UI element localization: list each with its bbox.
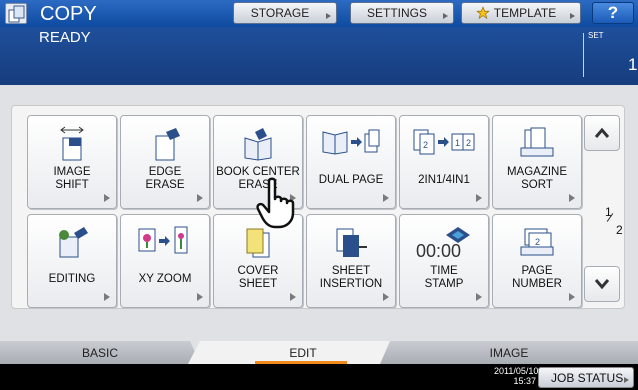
function-panel: IMAGE SHIFT EDGE ERASE BOOK CENTER ERASE — [11, 105, 625, 309]
time-stamp-label: TIME STAMP — [424, 265, 464, 290]
magazine-sort-label: MAGAZINE SORT — [506, 166, 568, 191]
page-total: 2 — [616, 223, 623, 237]
tab-bar: BASIC EDIT IMAGE — [0, 340, 638, 364]
set-count: 1 — [628, 55, 638, 74]
svg-text:2: 2 — [423, 140, 428, 150]
svg-text:2: 2 — [535, 237, 540, 247]
more-arrow-icon — [104, 194, 110, 202]
editing-button[interactable]: EDITING — [27, 214, 117, 308]
job-status-label: JOB STATUS — [551, 370, 624, 385]
more-arrow-icon — [569, 194, 575, 202]
magazine-sort-icon — [520, 127, 554, 157]
more-arrow-icon — [197, 194, 203, 202]
time-stamp-icon-text: 00:00 — [416, 241, 461, 261]
dual-page-label: DUAL PAGE — [318, 174, 384, 186]
cover-sheet-label: COVER SHEET — [237, 265, 279, 290]
more-arrow-icon — [290, 293, 296, 301]
submenu-arrow-icon — [326, 13, 331, 19]
time-stamp-button[interactable]: 00:00 TIME STAMP — [399, 214, 489, 308]
svg-text:1: 1 — [455, 138, 460, 148]
settings-button-label: SETTINGS — [366, 6, 427, 20]
tab-edit-label: EDIT — [289, 345, 317, 360]
time-stamp-icon: 00:00 — [416, 227, 470, 261]
chevron-down-icon — [594, 279, 610, 290]
page-number-label: PAGE NUMBER — [512, 265, 562, 290]
more-arrow-icon — [569, 293, 575, 301]
xy-zoom-label: XY ZOOM — [138, 273, 192, 285]
image-shift-icon — [60, 126, 84, 161]
settings-button[interactable]: SETTINGS — [350, 2, 454, 24]
datetime: 2011/05/10 15:37 — [494, 366, 539, 386]
main-area: IMAGE SHIFT EDGE ERASE BOOK CENTER ERASE — [0, 85, 638, 340]
submenu-arrow-icon — [443, 13, 448, 19]
book-center-erase-icon — [244, 128, 272, 161]
2in1-4in1-button[interactable]: 2 1 2 2IN1/4IN1 — [399, 115, 489, 209]
editing-icon — [59, 227, 88, 258]
xy-zoom-button[interactable]: XY ZOOM — [120, 214, 210, 308]
dual-page-button[interactable]: DUAL PAGE — [306, 115, 396, 209]
status-bar: READY SET 1 — [0, 27, 638, 85]
more-arrow-icon — [476, 293, 482, 301]
submenu-arrow-icon — [570, 13, 575, 19]
tab-image[interactable]: IMAGE — [380, 341, 638, 364]
template-button-label: TEMPLATE — [493, 6, 557, 20]
scroll-down-button[interactable] — [584, 266, 620, 302]
time-text: 15:37 — [513, 376, 536, 386]
edge-erase-button[interactable]: EDGE ERASE — [120, 115, 210, 209]
star-icon — [475, 6, 490, 20]
chevron-up-icon — [594, 127, 610, 138]
status-text: READY — [39, 29, 91, 46]
divider — [583, 33, 584, 77]
sheet-insertion-button[interactable]: SHEET INSERTION — [306, 214, 396, 308]
editing-label: EDITING — [48, 273, 96, 285]
set-label: SET — [588, 31, 604, 40]
tab-basic[interactable]: BASIC — [0, 341, 200, 364]
edge-erase-icon — [155, 128, 180, 161]
edge-erase-label: EDGE ERASE — [145, 166, 185, 191]
sheet-insertion-label: SHEET INSERTION — [319, 265, 383, 290]
copy-icon — [5, 3, 27, 24]
more-arrow-icon — [476, 194, 482, 202]
sheet-insertion-icon — [336, 228, 367, 257]
storage-button[interactable]: STORAGE — [233, 2, 337, 24]
image-shift-label: IMAGE SHIFT — [53, 166, 91, 191]
image-shift-button[interactable]: IMAGE SHIFT — [27, 115, 117, 209]
job-status-button[interactable]: JOB STATUS — [538, 367, 634, 388]
cover-sheet-icon — [246, 228, 270, 258]
submenu-arrow-icon — [624, 377, 629, 383]
more-arrow-icon — [197, 293, 203, 301]
top-bar: COPY STORAGE SETTINGS TEMPLATE ? — [0, 0, 638, 27]
bottom-bar: 2011/05/10 15:37 JOB STATUS — [0, 364, 638, 390]
hand-pointer-icon — [256, 177, 295, 229]
page-number-icon: 2 — [520, 228, 554, 256]
tab-image-label: IMAGE — [489, 345, 529, 360]
storage-button-label: STORAGE — [250, 6, 310, 20]
xy-zoom-icon — [138, 226, 188, 254]
page-number-button[interactable]: 2 PAGE NUMBER — [492, 214, 582, 308]
app-title: COPY — [40, 3, 97, 25]
scroll-up-button[interactable] — [584, 115, 620, 151]
2in1-4in1-label: 2IN1/4IN1 — [418, 174, 470, 186]
tab-basic-label: BASIC — [81, 345, 118, 360]
more-arrow-icon — [383, 293, 389, 301]
date-text: 2011/05/10 — [494, 366, 539, 376]
help-button[interactable]: ? — [592, 2, 634, 24]
2in1-4in1-icon: 2 1 2 — [413, 129, 475, 155]
magazine-sort-button[interactable]: MAGAZINE SORT — [492, 115, 582, 209]
more-arrow-icon — [104, 293, 110, 301]
svg-text:2: 2 — [466, 138, 471, 148]
dual-page-icon — [322, 129, 380, 155]
more-arrow-icon — [383, 194, 389, 202]
template-button[interactable]: TEMPLATE — [461, 2, 581, 24]
